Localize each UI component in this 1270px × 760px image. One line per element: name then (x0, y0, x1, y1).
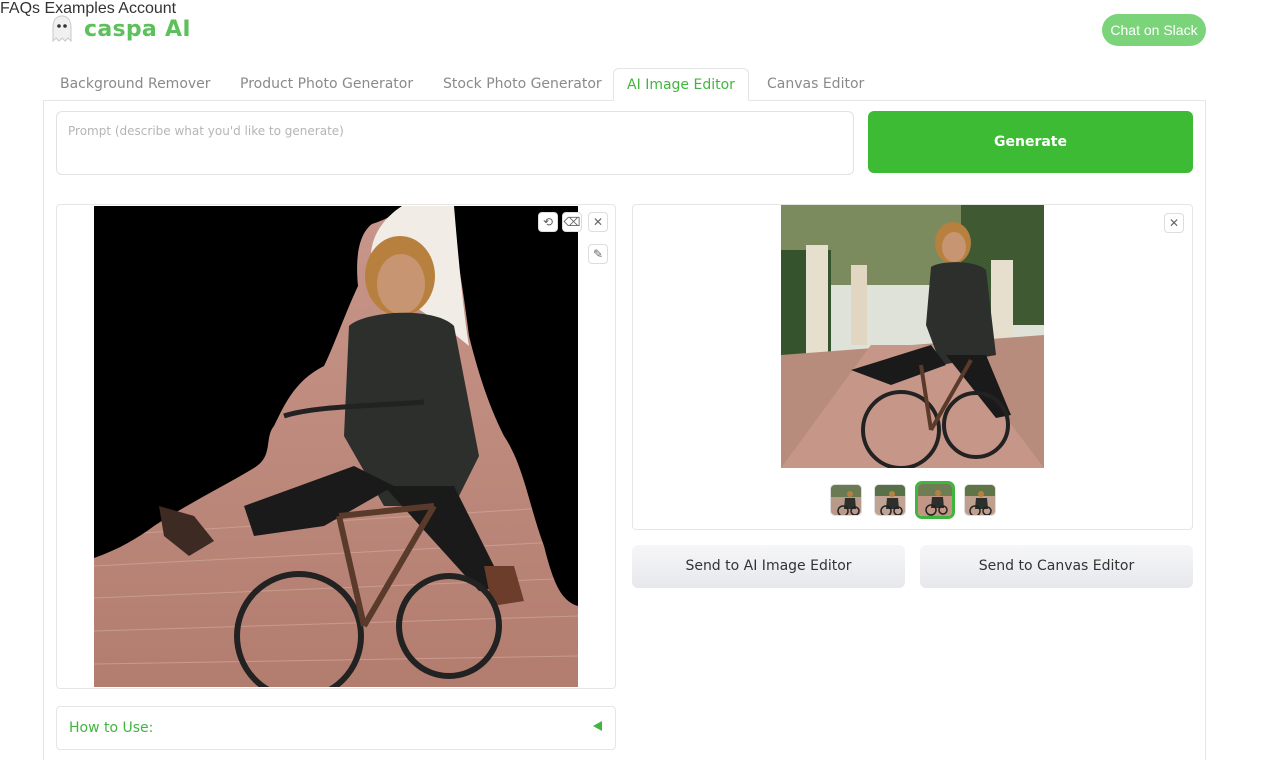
generated-image[interactable] (781, 205, 1044, 468)
result-close-icon[interactable]: ✕ (1164, 213, 1184, 233)
tab-ai-image-editor[interactable]: AI Image Editor (613, 68, 749, 101)
thumbnail-1[interactable] (830, 484, 862, 516)
brand-logo[interactable]: caspa AI (50, 14, 191, 44)
undo-icon[interactable]: ⟲ (538, 212, 558, 232)
nav-faqs[interactable]: FAQs (0, 0, 40, 17)
triangle-left-icon (593, 721, 602, 731)
ghost-icon (52, 15, 72, 43)
masked-source-image[interactable] (94, 206, 578, 687)
send-to-ai-image-editor-button[interactable]: Send to AI Image Editor (632, 545, 905, 588)
tab-stock-photo-generator[interactable]: Stock Photo Generator (443, 68, 602, 101)
how-to-use-label: How to Use: (69, 720, 154, 736)
brush-icon[interactable]: ✎ (588, 244, 608, 264)
thumbnail-4[interactable] (964, 484, 996, 516)
prompt-input[interactable]: Prompt (describe what you'd like to gene… (56, 111, 854, 175)
close-icon[interactable]: ✕ (588, 212, 608, 232)
tab-product-photo-generator[interactable]: Product Photo Generator (240, 68, 413, 101)
thumbnail-3-selected[interactable] (915, 481, 955, 519)
tab-canvas-editor[interactable]: Canvas Editor (767, 68, 864, 101)
send-to-canvas-editor-button[interactable]: Send to Canvas Editor (920, 545, 1193, 588)
tab-background-remover[interactable]: Background Remover (60, 68, 211, 101)
how-to-use-accordion[interactable]: How to Use: (56, 706, 616, 750)
eraser-icon[interactable]: ⌫ (562, 212, 582, 232)
brand-name: caspa AI (84, 16, 191, 42)
generate-button[interactable]: Generate (868, 111, 1193, 173)
header: caspa AI FAQs Examples Account Chat on S… (0, 0, 1270, 60)
thumbnail-2[interactable] (874, 484, 906, 516)
chat-on-slack-button[interactable]: Chat on Slack (1102, 14, 1206, 46)
tool-tabs: Background Remover Product Photo Generat… (43, 68, 1206, 101)
